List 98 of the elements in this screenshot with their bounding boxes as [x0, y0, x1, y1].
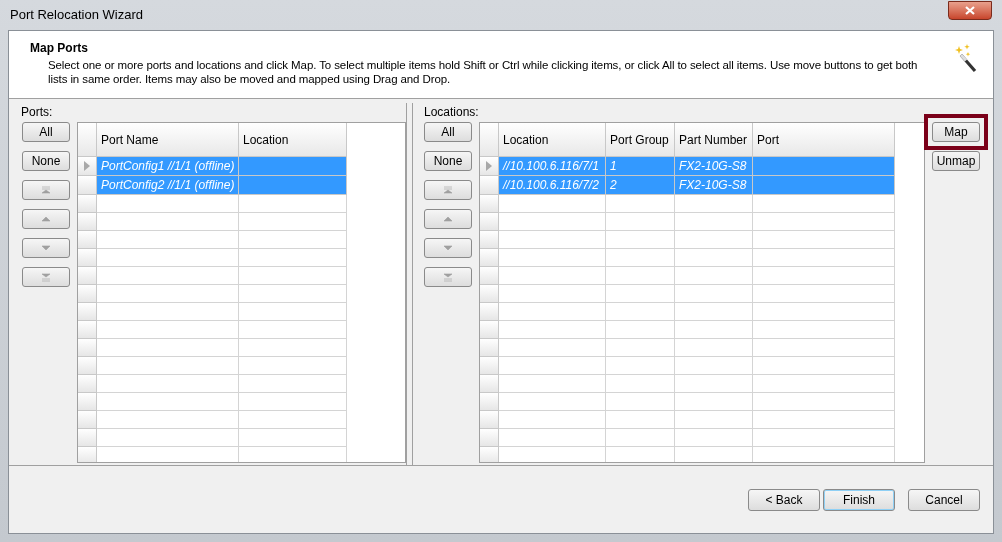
row-header[interactable]: [480, 157, 499, 176]
row-header[interactable]: [78, 267, 97, 285]
row-header[interactable]: [480, 267, 499, 285]
move-button[interactable]: [424, 238, 472, 258]
row-header[interactable]: [480, 176, 499, 195]
row-header-corner: [78, 123, 97, 157]
row-header[interactable]: [78, 195, 97, 213]
row-header[interactable]: [480, 393, 499, 411]
row-header[interactable]: [78, 176, 97, 195]
move-button[interactable]: [22, 180, 70, 200]
row-header[interactable]: [78, 411, 97, 429]
column-header[interactable]: Part Number: [675, 123, 753, 157]
move-up-icon: [40, 214, 52, 224]
column-header[interactable]: Port Group: [606, 123, 675, 157]
column-header[interactable]: Port: [753, 123, 895, 157]
row-header[interactable]: [480, 411, 499, 429]
select-button[interactable]: All: [424, 122, 472, 142]
empty-cell: [606, 285, 675, 303]
current-row-icon: [486, 161, 492, 171]
empty-cell: [606, 411, 675, 429]
panel-label: Locations:: [424, 104, 480, 121]
row-header[interactable]: [480, 195, 499, 213]
move-top-icon: [442, 185, 454, 195]
move-down-icon: [40, 243, 52, 253]
move-bottom-icon: [40, 272, 52, 282]
empty-cell: [606, 249, 675, 267]
empty-cell: [606, 393, 675, 411]
move-button[interactable]: [424, 209, 472, 229]
row-header[interactable]: [480, 213, 499, 231]
table-cell: //10.100.6.116/7/1: [499, 157, 606, 176]
footer-button[interactable]: < Back: [748, 488, 820, 511]
row-header[interactable]: [78, 231, 97, 249]
empty-cell: [606, 357, 675, 375]
instructions-text: Select one or more ports and locations and click Map. To select multiple items hold Shift or Ctrl while clicking items, or click All to select all items. Use move buttons to get both lists in same order. Items may also be moved and mapped using Drag and Drop.: [47, 58, 919, 86]
empty-cell: [606, 375, 675, 393]
map-button[interactable]: Map: [932, 122, 980, 142]
current-row-icon: [84, 161, 90, 171]
row-header[interactable]: [78, 285, 97, 303]
row-header[interactable]: [480, 285, 499, 303]
row-header[interactable]: [78, 157, 97, 176]
table-cell: //10.100.6.116/7/2: [499, 176, 606, 195]
row-header[interactable]: [78, 249, 97, 267]
row-header[interactable]: [480, 249, 499, 267]
panel-label: Ports:: [21, 104, 54, 121]
empty-cell: [606, 339, 675, 357]
row-header[interactable]: [78, 339, 97, 357]
move-down-icon: [442, 243, 454, 253]
move-button[interactable]: [22, 209, 70, 229]
row-header[interactable]: [480, 429, 499, 447]
row-header-corner: [480, 123, 499, 157]
unmap-button[interactable]: Unmap: [932, 151, 980, 171]
column-header[interactable]: Location: [499, 123, 606, 157]
close-button[interactable]: [948, 0, 992, 20]
select-button[interactable]: All: [22, 122, 70, 142]
empty-cell: [606, 321, 675, 339]
row-header[interactable]: [78, 375, 97, 393]
column-header[interactable]: Port Name: [97, 123, 239, 157]
row-header[interactable]: [78, 429, 97, 447]
row-header[interactable]: [480, 375, 499, 393]
move-top-icon: [40, 185, 52, 195]
row-header[interactable]: [480, 357, 499, 375]
move-button[interactable]: [424, 180, 472, 200]
table-cell: PortConfig2 //1/1 (offline): [97, 176, 239, 195]
empty-cell: [606, 213, 675, 231]
move-up-icon: [442, 214, 454, 224]
row-header[interactable]: [480, 321, 499, 339]
row-header[interactable]: [480, 339, 499, 357]
page-title: Map Ports: [30, 40, 89, 57]
row-header[interactable]: [480, 447, 499, 462]
select-button[interactable]: None: [424, 151, 472, 171]
table-cell: FX2-10G-S8: [675, 157, 753, 176]
footer-button[interactable]: Cancel: [908, 488, 980, 511]
table-cell: 2: [606, 176, 675, 195]
empty-cell: [606, 303, 675, 321]
empty-cell: [606, 429, 675, 447]
footer-button[interactable]: Finish: [823, 488, 895, 511]
empty-cell: [606, 231, 675, 249]
window-title: Port Relocation Wizard: [10, 6, 143, 25]
row-header[interactable]: [480, 303, 499, 321]
empty-cell: [606, 267, 675, 285]
empty-cell: [606, 195, 675, 213]
row-header[interactable]: [78, 357, 97, 375]
move-button[interactable]: [22, 267, 70, 287]
move-button[interactable]: [22, 238, 70, 258]
row-header[interactable]: [78, 447, 97, 462]
close-icon: [965, 5, 975, 15]
move-button[interactable]: [424, 267, 472, 287]
row-header[interactable]: [78, 213, 97, 231]
row-header[interactable]: [78, 393, 97, 411]
move-bottom-icon: [442, 272, 454, 282]
row-header[interactable]: [78, 303, 97, 321]
row-header[interactable]: [78, 321, 97, 339]
table-cell: 1: [606, 157, 675, 176]
table-cell: PortConfig1 //1/1 (offline): [97, 157, 239, 176]
table-cell: FX2-10G-S8: [675, 176, 753, 195]
row-header[interactable]: [480, 231, 499, 249]
column-header[interactable]: Location: [239, 123, 347, 157]
select-button[interactable]: None: [22, 151, 70, 171]
